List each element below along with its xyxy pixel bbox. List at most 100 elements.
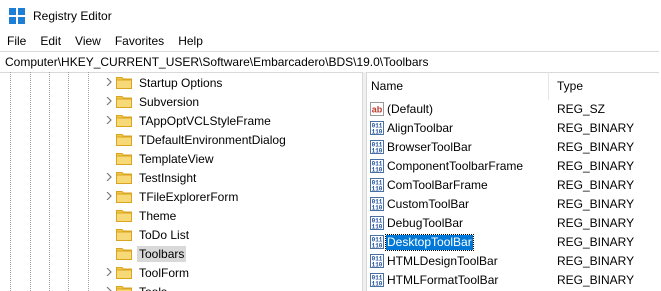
folder-icon (116, 152, 132, 165)
folder-icon (116, 133, 132, 146)
svg-text:110: 110 (372, 148, 383, 155)
value-name[interactable]: CustomToolBar (386, 197, 470, 212)
tree-item-label[interactable]: Startup Options (137, 75, 224, 91)
svg-text:ab: ab (372, 105, 383, 115)
menu-favorites[interactable]: Favorites (108, 31, 171, 51)
tree-item-label[interactable]: TFileExplorerForm (137, 189, 240, 205)
value-name[interactable]: HTMLDesignToolBar (386, 254, 499, 269)
folder-icon (116, 285, 132, 291)
window-title: Registry Editor (33, 8, 112, 23)
value-name[interactable]: AlignToolbar (386, 121, 454, 136)
tree-item[interactable]: TemplateView (0, 149, 362, 168)
value-type: REG_BINARY (557, 197, 635, 211)
tree-item[interactable]: Tools (0, 282, 362, 291)
value-row[interactable]: 011 110 CustomToolBar REG_BINARY (367, 195, 661, 214)
svg-text:110: 110 (372, 281, 383, 288)
tree-item[interactable]: Startup Options (0, 73, 362, 92)
tree-item[interactable]: Subversion (0, 92, 362, 111)
tree-item-label[interactable]: TDefaultEnvironmentDialog (137, 132, 288, 148)
value-row[interactable]: 011 110 BrowserToolBar REG_BINARY (367, 138, 661, 157)
tree-item[interactable]: TAppOptVCLStyleFrame (0, 111, 362, 130)
column-divider[interactable] (548, 72, 549, 100)
list-header: Name Type (367, 72, 661, 100)
tree-item[interactable]: ToDo List (0, 225, 362, 244)
svg-text:110: 110 (372, 129, 383, 136)
menu-view[interactable]: View (68, 31, 108, 51)
tree-item[interactable]: Theme (0, 206, 362, 225)
string-value-icon: ab (370, 102, 384, 116)
value-name[interactable]: DesktopToolBar (385, 234, 474, 251)
tree-item[interactable]: TestInsight (0, 168, 362, 187)
chevron-right-icon[interactable] (105, 287, 113, 291)
registry-editor-icon (9, 7, 25, 24)
menu-help[interactable]: Help (171, 31, 210, 51)
folder-icon (116, 114, 132, 127)
svg-text:110: 110 (372, 262, 383, 269)
tree-item-label[interactable]: ToDo List (137, 227, 191, 243)
value-row[interactable]: 011 110 DesktopToolBar REG_BINARY (367, 233, 661, 252)
value-name[interactable]: ComponentToolbarFrame (386, 159, 524, 174)
tree-item-label[interactable]: TestInsight (137, 170, 198, 186)
binary-value-icon: 011 110 (370, 121, 384, 136)
value-name[interactable]: BrowserToolBar (386, 140, 473, 155)
key-tree-pane[interactable]: Startup Options Subversion TAppOptVCLStyle… (0, 72, 362, 291)
value-name[interactable]: DebugToolBar (386, 216, 464, 231)
column-header-name[interactable]: Name (371, 79, 403, 93)
menu-edit[interactable]: Edit (33, 31, 68, 51)
chevron-right-icon[interactable] (105, 116, 113, 124)
values-list-pane[interactable]: Name Type ab (Default) REG_SZ 011 110 AlignTo… (367, 72, 661, 291)
binary-value-icon: 011 110 (370, 235, 384, 250)
binary-value-icon: 011 110 (370, 273, 384, 288)
tree-item-label[interactable]: Subversion (137, 94, 201, 110)
tree-item-label[interactable]: ToolForm (137, 265, 191, 281)
value-type: REG_BINARY (557, 216, 635, 230)
value-row[interactable]: 011 110 HTMLFormatToolBar REG_BINARY (367, 271, 661, 290)
tree-item[interactable]: Toolbars (0, 244, 362, 263)
folder-icon (116, 209, 132, 222)
value-name[interactable]: ComToolBarFrame (386, 178, 489, 193)
chevron-right-icon[interactable] (105, 78, 113, 86)
chevron-right-icon[interactable] (105, 173, 113, 181)
tree-item[interactable]: ToolForm (0, 263, 362, 282)
tree-item-label[interactable]: Toolbars (137, 246, 187, 262)
address-bar[interactable]: Computer\HKEY_CURRENT_USER\Software\Emba… (0, 51, 659, 73)
tree-item[interactable]: TFileExplorerForm (0, 187, 362, 206)
folder-icon (116, 190, 132, 203)
svg-text:110: 110 (372, 205, 383, 212)
value-name[interactable]: HTMLFormatToolBar (386, 273, 499, 288)
value-type: REG_SZ (557, 102, 606, 116)
binary-value-icon: 011 110 (370, 254, 384, 269)
value-row[interactable]: ab (Default) REG_SZ (367, 100, 661, 119)
chevron-right-icon[interactable] (105, 97, 113, 105)
svg-text:110: 110 (372, 224, 383, 231)
value-row[interactable]: 011 110 AlignToolbar REG_BINARY (367, 119, 661, 138)
folder-icon (116, 247, 132, 260)
tree-item-label[interactable]: TemplateView (137, 151, 215, 167)
column-header-type[interactable]: Type (557, 79, 583, 93)
value-type: REG_BINARY (557, 140, 635, 154)
binary-value-icon: 011 110 (370, 140, 384, 155)
folder-icon (116, 228, 132, 241)
value-type: REG_BINARY (557, 273, 635, 287)
menu-file[interactable]: File (0, 31, 33, 51)
binary-value-icon: 011 110 (370, 159, 384, 174)
value-row[interactable]: 011 110 DebugToolBar REG_BINARY (367, 214, 661, 233)
value-type: REG_BINARY (557, 178, 635, 192)
chevron-right-icon[interactable] (105, 192, 113, 200)
svg-text:110: 110 (372, 167, 383, 174)
value-row[interactable]: 011 110 HTMLDesignToolBar REG_BINARY (367, 252, 661, 271)
folder-icon (116, 171, 132, 184)
value-row[interactable]: 011 110 ComponentToolbarFrame REG_BINARY (367, 157, 661, 176)
value-row[interactable]: 011 110 ComToolBarFrame REG_BINARY (367, 176, 661, 195)
value-name[interactable]: (Default) (386, 102, 434, 117)
svg-text:110: 110 (372, 243, 383, 250)
folder-icon (116, 76, 132, 89)
tree-item-label[interactable]: Tools (137, 284, 169, 291)
chevron-right-icon[interactable] (105, 268, 113, 276)
address-path[interactable]: Computer\HKEY_CURRENT_USER\Software\Emba… (0, 55, 429, 69)
tree-item-label[interactable]: Theme (137, 208, 178, 224)
tree-item[interactable]: TDefaultEnvironmentDialog (0, 130, 362, 149)
value-type: REG_BINARY (557, 121, 635, 135)
title-bar: Registry Editor (0, 0, 661, 31)
tree-item-label[interactable]: TAppOptVCLStyleFrame (137, 113, 273, 129)
